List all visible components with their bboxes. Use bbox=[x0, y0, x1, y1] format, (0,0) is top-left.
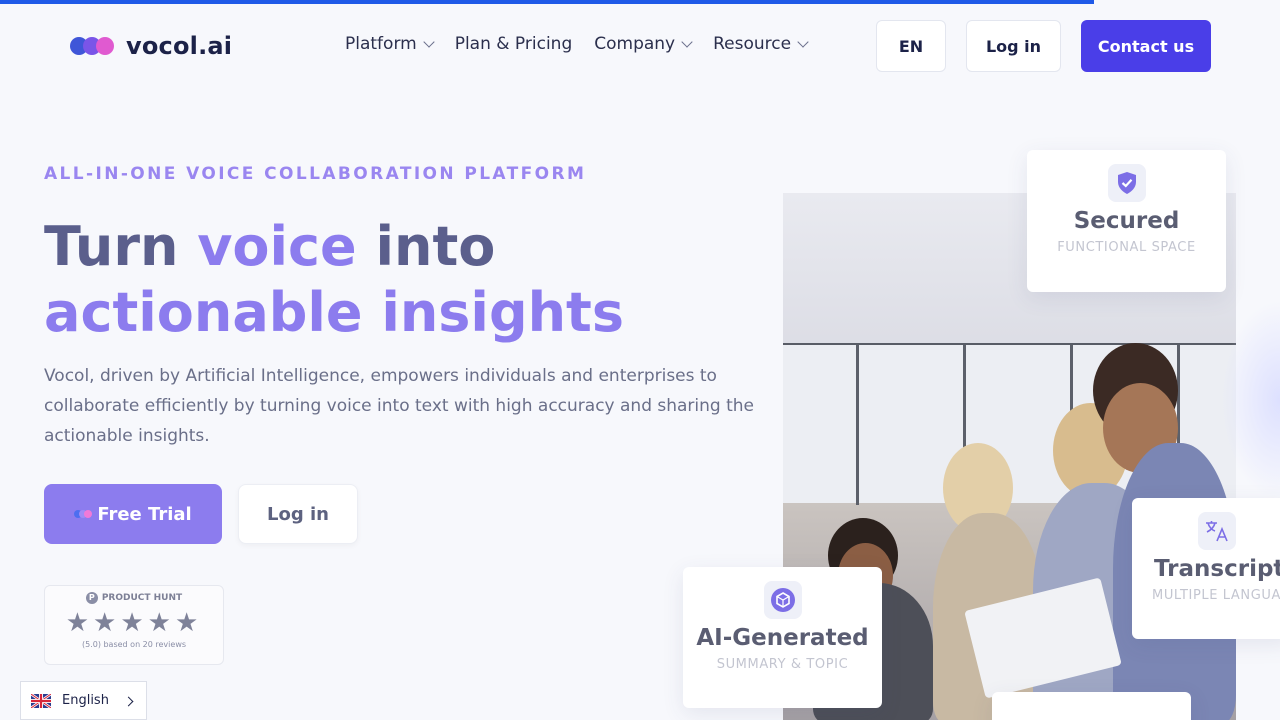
product-hunt-label: PRODUCT HUNT bbox=[101, 593, 183, 603]
card-title: Transcripti bbox=[1154, 556, 1280, 582]
language-label: English bbox=[62, 693, 109, 708]
card-subtitle: MULTIPLE LANGUA bbox=[1152, 588, 1280, 603]
logo-mark-icon bbox=[70, 36, 118, 56]
headline-text: Turn bbox=[44, 215, 198, 278]
hero-login-button[interactable]: Log in bbox=[238, 484, 358, 544]
language-selector[interactable]: English bbox=[20, 681, 147, 720]
ai-hexagon-icon bbox=[763, 581, 802, 619]
language-button[interactable]: EN bbox=[876, 20, 946, 72]
logo-text: vocol.ai bbox=[126, 32, 233, 60]
hero-headline: Turn voice into actionable insights bbox=[44, 214, 624, 346]
feature-card-ai-generated: AI-Generated SUMMARY & TOPIC bbox=[683, 567, 882, 708]
product-hunt-header: P PRODUCT HUNT bbox=[45, 592, 223, 604]
rating-stars: ★★★★★ bbox=[65, 608, 203, 638]
free-trial-button[interactable]: Free Trial bbox=[44, 484, 222, 544]
decorative-glow bbox=[1220, 300, 1280, 500]
chevron-down-icon bbox=[797, 36, 809, 48]
card-title: AI-Generated bbox=[696, 625, 869, 651]
page-progress-bar bbox=[0, 0, 1094, 4]
free-trial-label: Free Trial bbox=[97, 503, 192, 525]
nav-item-label: Platform bbox=[345, 34, 417, 54]
hero-description: Vocol, driven by Artificial Intelligence… bbox=[44, 366, 755, 446]
chevron-down-icon bbox=[423, 36, 435, 48]
chevron-right-icon bbox=[123, 696, 134, 707]
translate-icon bbox=[1198, 512, 1236, 550]
nav-item-label: Plan & Pricing bbox=[454, 34, 573, 54]
uk-flag-icon bbox=[31, 693, 51, 708]
chevron-down-icon bbox=[681, 36, 693, 48]
card-subtitle: SUMMARY & TOPIC bbox=[716, 657, 849, 672]
main-nav: Platform Plan & Pricing Company Resource bbox=[345, 34, 829, 54]
nav-item-label: Resource bbox=[713, 34, 792, 54]
headline-text: into bbox=[356, 215, 496, 278]
nav-item-company[interactable]: Company bbox=[594, 34, 693, 54]
headline-accent: actionable insights bbox=[44, 281, 624, 344]
nav-item-resource[interactable]: Resource bbox=[713, 34, 809, 54]
header-login-button[interactable]: Log in bbox=[966, 20, 1061, 72]
feature-card-secured: Secured FUNCTIONAL SPACE bbox=[1027, 150, 1226, 292]
product-hunt-icon: P bbox=[85, 592, 98, 604]
product-hunt-badge[interactable]: P PRODUCT HUNT ★★★★★ (5.0) based on 20 r… bbox=[44, 585, 224, 665]
nav-item-plan-pricing[interactable]: Plan & Pricing bbox=[455, 34, 573, 54]
shield-check-icon bbox=[1107, 164, 1146, 202]
feature-card-partial bbox=[992, 692, 1191, 720]
nav-item-label: Company bbox=[594, 34, 676, 54]
nav-item-platform[interactable]: Platform bbox=[345, 34, 435, 54]
contact-us-button[interactable]: Contact us bbox=[1081, 20, 1211, 72]
feature-card-transcription: Transcripti MULTIPLE LANGUA bbox=[1132, 498, 1280, 639]
card-title: Secured bbox=[1073, 208, 1180, 234]
hero-eyebrow: ALL-IN-ONE VOICE COLLABORATION PLATFORM bbox=[44, 164, 587, 184]
card-subtitle: FUNCTIONAL SPACE bbox=[1057, 240, 1196, 255]
headline-accent: voice bbox=[197, 215, 357, 278]
logo-dots-icon bbox=[74, 510, 93, 518]
vocol-logo[interactable]: vocol.ai bbox=[70, 32, 232, 60]
review-count: (5.0) based on 20 reviews bbox=[81, 640, 187, 649]
